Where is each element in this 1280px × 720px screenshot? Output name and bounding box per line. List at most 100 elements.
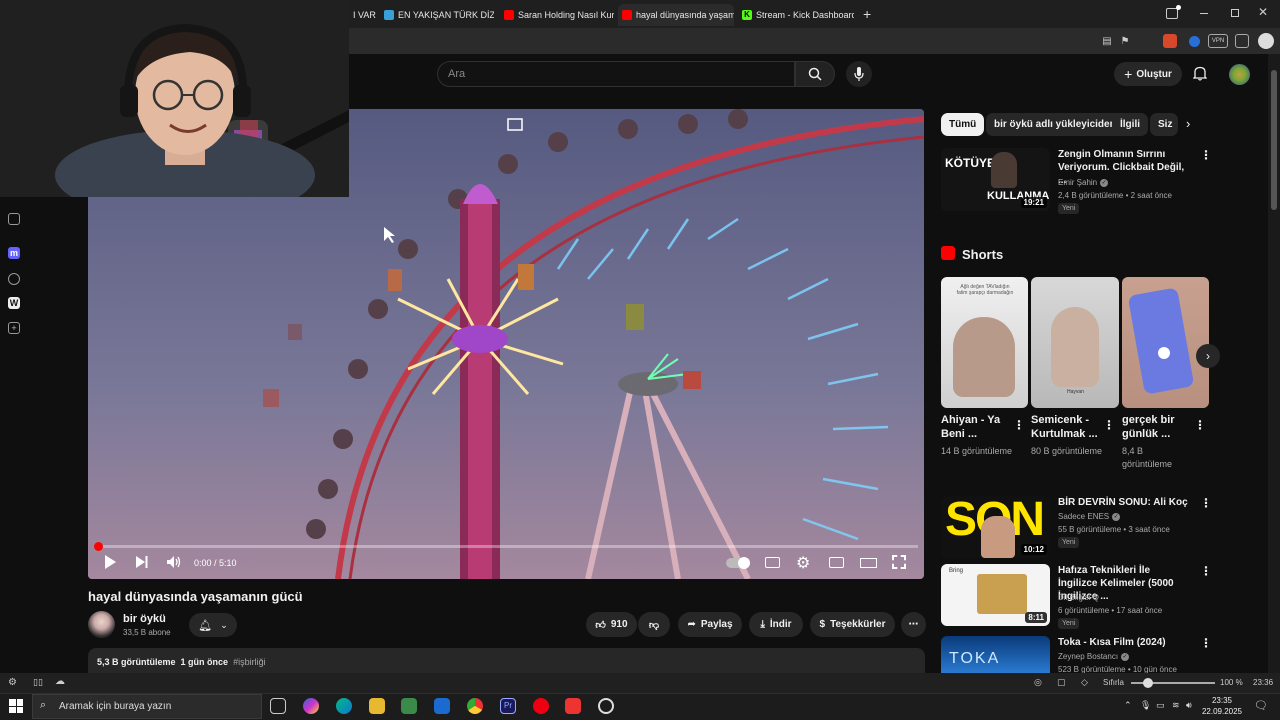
create-button[interactable]: + Oluştur <box>1114 62 1182 86</box>
speaker-icon[interactable]: 🔊︎ <box>1186 700 1192 711</box>
theater-mode-icon[interactable] <box>860 558 877 568</box>
next-button[interactable] <box>136 556 148 571</box>
related-video-title[interactable]: Toka - Kısa Film (2024) <box>1058 636 1190 649</box>
like-button[interactable]: 👍︎ 910 <box>586 612 637 637</box>
video-options-icon[interactable]: ⋮ <box>1200 564 1212 578</box>
share-button[interactable]: ➦ Paylaş <box>678 612 742 637</box>
browser-tab[interactable]: Saran Holding Nasıl Kuruldu <box>500 4 614 26</box>
extension-icon[interactable] <box>1189 36 1200 47</box>
browser-tab[interactable]: K Stream - Kick Dashboard <box>738 4 854 26</box>
volume-button[interactable] <box>167 556 182 571</box>
short-thumbnail[interactable]: Hayvan <box>1031 277 1119 408</box>
browser-tab-active[interactable]: hayal dünyasında yaşamanı <box>618 4 734 26</box>
video-options-icon[interactable]: ⋮ <box>1200 636 1212 650</box>
file-explorer-icon[interactable] <box>369 698 385 714</box>
chevron-right-icon[interactable]: › <box>1186 116 1190 131</box>
dislike-button[interactable]: 👎︎ <box>638 612 670 637</box>
video-thumbnail[interactable]: KÖTÜYE KULLANMA 19:21 <box>941 148 1050 211</box>
edge-icon[interactable] <box>336 698 352 714</box>
microphone-icon[interactable]: 🎙︎ <box>1140 700 1151 711</box>
fullscreen-icon[interactable] <box>892 555 906 569</box>
bookmark-icon[interactable]: ⚑ <box>1118 34 1132 48</box>
browser-tab[interactable]: I VAR <box>349 4 376 26</box>
mastodon-icon[interactable]: m <box>8 247 20 259</box>
video-options-icon[interactable]: ⋮ <box>1200 148 1212 162</box>
video-options-icon[interactable]: ⋮ <box>1200 496 1212 510</box>
download-button[interactable]: ⤓ İndir <box>749 612 803 637</box>
related-video-title[interactable]: BİR DEVRİN SONU: Ali Koç <box>1058 496 1190 509</box>
description-box[interactable]: 5,3 B görüntüleme 1 gün önce #işbirliği <box>88 648 925 673</box>
short-title[interactable]: Ahiyan - Ya Beni ... <box>941 413 1013 441</box>
short-thumbnail[interactable] <box>1122 277 1209 408</box>
channel-avatar[interactable] <box>88 611 115 638</box>
maximize-icon[interactable] <box>1231 9 1239 17</box>
shorts-next-button[interactable]: › <box>1196 344 1220 368</box>
related-channel[interactable]: Sadece ENES ✓ <box>1058 512 1121 521</box>
minimize-icon[interactable] <box>1200 13 1208 14</box>
notes-icon[interactable] <box>8 213 20 225</box>
progress-track[interactable] <box>96 545 918 548</box>
taskbar-search-input[interactable]: Aramak için buraya yazın <box>32 694 262 719</box>
related-channel[interactable]: Dil Bilgisi Q <box>1058 593 1099 602</box>
notification-center-icon[interactable]: 🗨︎ <box>1254 699 1268 712</box>
page-actions-icon[interactable]: ◇ <box>1081 677 1088 688</box>
short-thumbnail[interactable]: Ağlı değen TAVladığın fatim şarapçı darm… <box>941 277 1028 408</box>
hashtag[interactable]: #işbirliği <box>233 657 266 667</box>
miniplayer-icon[interactable] <box>829 557 844 568</box>
chip-from-uploader[interactable]: bir öykü adlı yükleyiciden <box>986 113 1124 136</box>
channel-name[interactable]: bir öykü <box>123 613 166 625</box>
windows-start-icon[interactable] <box>9 699 23 713</box>
subscribe-notification-button[interactable]: 🔔︎ ⌄ <box>189 613 237 637</box>
autoplay-toggle[interactable] <box>726 557 750 569</box>
account-avatar[interactable] <box>1229 64 1250 85</box>
chip-you[interactable]: Siz <box>1150 113 1178 136</box>
copilot-icon[interactable] <box>303 698 319 714</box>
outlook-icon[interactable] <box>434 698 450 714</box>
thanks-button[interactable]: $ Teşekkürler <box>810 612 895 637</box>
chevron-up-icon[interactable]: ⌃ <box>1124 700 1132 711</box>
related-channel[interactable]: Zeynep Bostancı ✓ <box>1058 652 1130 661</box>
short-title[interactable]: Semicenk - Kurtulmak ... <box>1031 413 1103 441</box>
video-thumbnail[interactable]: SON 10:12 <box>941 496 1050 558</box>
short-title[interactable]: gerçek bir günlük ... <box>1122 413 1194 441</box>
related-channel[interactable]: Emir Şahin ✓ <box>1058 178 1109 187</box>
search-input[interactable]: Ara <box>437 61 795 87</box>
wallet-icon[interactable] <box>1235 34 1249 48</box>
subtitles-icon[interactable] <box>765 557 780 568</box>
chip-all[interactable]: Tümü <box>941 113 985 136</box>
panel-toggle-icon[interactable]: ⚙ <box>8 677 17 688</box>
taskbar-clock[interactable]: 23:35 22.09.2025 <box>1200 695 1244 717</box>
chip-related[interactable]: İlgili <box>1112 113 1148 136</box>
profile-icon[interactable] <box>1258 33 1274 49</box>
more-actions-button[interactable]: ⋯ <box>901 612 926 637</box>
obs-icon[interactable] <box>598 698 614 714</box>
short-options-icon[interactable]: ⋮ <box>1194 418 1206 432</box>
browser-tab[interactable]: EN YAKIŞAN TÜRK DİZİ ÇİF <box>380 4 494 26</box>
network-icon[interactable]: ▭ <box>1156 700 1165 711</box>
notifications-button[interactable] <box>1192 66 1208 84</box>
zoom-reset-button[interactable]: Sıfırla <box>1103 678 1124 687</box>
premiere-icon[interactable]: Pr <box>500 698 516 714</box>
scrollbar-thumb[interactable] <box>1271 70 1277 210</box>
store-icon[interactable] <box>401 698 417 714</box>
progress-scrubber[interactable] <box>94 542 103 551</box>
new-tab-button[interactable]: + <box>863 6 871 22</box>
video-thumbnail[interactable]: TOKA <box>941 636 1050 673</box>
close-icon[interactable]: ✕ <box>1258 5 1268 19</box>
wifi-icon[interactable]: ≋ <box>1172 700 1180 711</box>
capture-icon[interactable]: ◎ <box>1034 677 1042 688</box>
opera-icon[interactable] <box>533 698 549 714</box>
search-button[interactable] <box>795 61 835 87</box>
globe-icon[interactable] <box>8 273 20 285</box>
play-button[interactable] <box>104 555 116 572</box>
video-thumbnail[interactable]: Bring 8:11 <box>941 564 1050 626</box>
chrome-icon[interactable] <box>467 698 483 714</box>
reader-icon[interactable]: ▤ <box>1100 34 1114 48</box>
short-options-icon[interactable]: ⋮ <box>1013 418 1025 432</box>
vivaldi-icon[interactable] <box>565 698 581 714</box>
wikipedia-icon[interactable]: W <box>8 297 20 309</box>
zoom-slider-knob[interactable] <box>1143 678 1153 688</box>
vpn-icon[interactable]: VPN <box>1208 34 1228 48</box>
extension-icon[interactable] <box>1163 34 1177 48</box>
task-view-icon[interactable] <box>270 698 286 714</box>
